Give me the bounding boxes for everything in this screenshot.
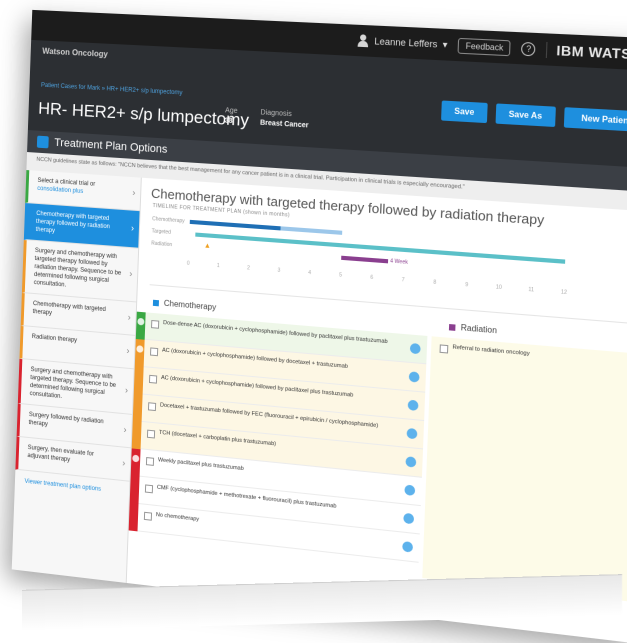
info-icon[interactable] <box>407 399 419 412</box>
user-icon <box>356 34 369 47</box>
timeline-bar <box>280 226 343 235</box>
sidebar-item-label: Surgery followed by radiation therapy <box>28 411 104 428</box>
info-icon[interactable] <box>408 371 420 383</box>
sidebar-item[interactable]: Surgery and chemotherapy with targeted t… <box>21 240 139 303</box>
treatment-checkbox[interactable] <box>146 429 156 439</box>
treatment-checkbox[interactable] <box>148 374 158 384</box>
chemotherapy-column: Chemotherapy Dose-dense AC (doxorubicin … <box>127 292 428 599</box>
timeline-row-label: Targeted <box>151 228 172 236</box>
chevron-right-icon: › <box>122 457 126 469</box>
sidebar-item-label: Radiation therapy <box>31 333 78 344</box>
treatment-checkbox[interactable] <box>143 511 153 521</box>
chevron-right-icon: › <box>130 222 135 234</box>
age-label: Age <box>224 107 238 116</box>
new-patient-button[interactable]: New Patient <box>563 107 627 133</box>
chevron-right-icon: › <box>132 187 136 198</box>
info-icon[interactable] <box>402 541 414 553</box>
save-as-button[interactable]: Save As <box>495 103 556 127</box>
info-icon[interactable] <box>404 484 416 497</box>
timeline-tick-label: 11 <box>528 286 535 294</box>
info-icon[interactable] <box>405 456 417 468</box>
timeline-tick-label: 12 <box>560 289 568 297</box>
treatment-plan-icon <box>36 135 49 149</box>
treatment-label: No chemotherapy <box>155 512 200 523</box>
chevron-down-icon: ▾ <box>442 38 448 50</box>
brand-logo: IBM WATSON <box>546 41 627 63</box>
breadcrumb[interactable]: Patient Cases for Mark » HR+ HER2+ s/p l… <box>41 83 183 97</box>
group-status-icon <box>136 345 144 353</box>
treatment-checkbox[interactable] <box>145 457 155 466</box>
chevron-right-icon: › <box>129 268 133 279</box>
timeline-row-label: Radiation <box>151 240 173 249</box>
treatment-checkbox[interactable] <box>151 319 160 329</box>
info-icon[interactable] <box>403 512 415 525</box>
age-field: Age 38 <box>224 106 238 127</box>
chevron-right-icon: › <box>126 345 130 356</box>
timeline-tick-label: 7 <box>401 277 405 284</box>
info-icon[interactable] <box>409 342 421 355</box>
timeline-tick-label: 10 <box>495 284 502 292</box>
app-name: Watson Oncology <box>42 46 108 59</box>
header-actions: Save Save As New Patient <box>441 100 627 133</box>
save-button[interactable]: Save <box>441 100 488 124</box>
plan-detail: Chemotherapy with targeted therapy follo… <box>126 177 627 643</box>
treatment-label: TCH (docetaxel + carboplatin plus trastu… <box>158 429 277 448</box>
timeline-tick-label: 9 <box>465 281 469 289</box>
timeline-tick-label: 3 <box>277 267 281 274</box>
radiation-legend-icon <box>448 323 456 331</box>
timeline-tick-label: 8 <box>433 279 437 286</box>
plan-options-sidebar: Select a clinical trial or consolidation … <box>11 170 142 583</box>
diagnosis-field: Diagnosis Breast Cancer <box>260 108 309 131</box>
timeline-bar-label: 4 Week <box>390 258 408 266</box>
chevron-right-icon: › <box>124 384 129 396</box>
sidebar-item-label: Surgery and chemotherapy with targeted t… <box>33 247 122 289</box>
warning-icon: ▲ <box>203 242 211 251</box>
radiation-checkbox[interactable] <box>439 344 449 354</box>
help-icon[interactable]: ? <box>521 41 537 56</box>
treatment-checkbox[interactable] <box>144 484 154 494</box>
age-value: 38 <box>224 117 233 126</box>
treatment-label: Weekly paclitaxel plus trastuzumab <box>157 457 244 473</box>
timeline-row-label: Chemotherapy <box>152 216 185 225</box>
sidebar-item-label: Surgery and chemotherapy with targeted t… <box>29 366 117 401</box>
page-title: HR- HER2+ s/p lumpectomy <box>37 98 250 131</box>
sidebar-item-label: Surgery, then evaluate for adjuvant ther… <box>27 444 94 464</box>
app-window: Leanne Leffers ▾ Feedback ? IBM WATSON W… <box>11 9 627 643</box>
timeline-tick-label: 6 <box>370 274 374 282</box>
radiation-list: Referral to radiation oncology <box>422 336 627 603</box>
sidebar-item-link[interactable]: consolidation plus <box>37 186 83 195</box>
info-icon[interactable] <box>406 427 418 440</box>
timeline-tick-label: 0 <box>186 260 190 267</box>
section-title: Treatment Plan Options <box>54 136 168 156</box>
treatment-checkbox[interactable] <box>150 347 159 357</box>
chevron-right-icon: › <box>127 311 131 323</box>
content-area: Select a clinical trial or consolidation … <box>11 170 627 643</box>
radiation-label: Referral to radiation oncology <box>452 344 530 358</box>
stage: Leanne Leffers ▾ Feedback ? IBM WATSON W… <box>0 0 627 643</box>
chemotherapy-header-label: Chemotherapy <box>163 298 217 313</box>
chevron-right-icon: › <box>123 424 127 435</box>
timeline-tick-label: 5 <box>338 272 343 279</box>
user-name: Leanne Leffers <box>374 36 438 50</box>
timeline-tick-label: 2 <box>246 265 250 272</box>
diagnosis-value: Breast Cancer <box>259 119 309 130</box>
radiation-header-label: Radiation <box>460 322 498 336</box>
group-status-icon <box>137 317 145 326</box>
sidebar-item-label: Chemotherapy with targeted therapy <box>32 300 106 317</box>
feedback-button[interactable]: Feedback <box>457 37 512 56</box>
group-status-icon <box>132 454 140 463</box>
treatment-checkbox[interactable] <box>147 402 157 412</box>
chemotherapy-legend-icon <box>152 299 160 306</box>
user-menu[interactable]: Leanne Leffers ▾ <box>356 34 448 51</box>
sidebar-item-label: Chemotherapy with targeted therapy follo… <box>35 210 111 235</box>
timeline-tick-label: 1 <box>216 262 220 270</box>
timeline-bar <box>341 255 389 264</box>
timeline-tick-label: 4 <box>308 269 312 277</box>
